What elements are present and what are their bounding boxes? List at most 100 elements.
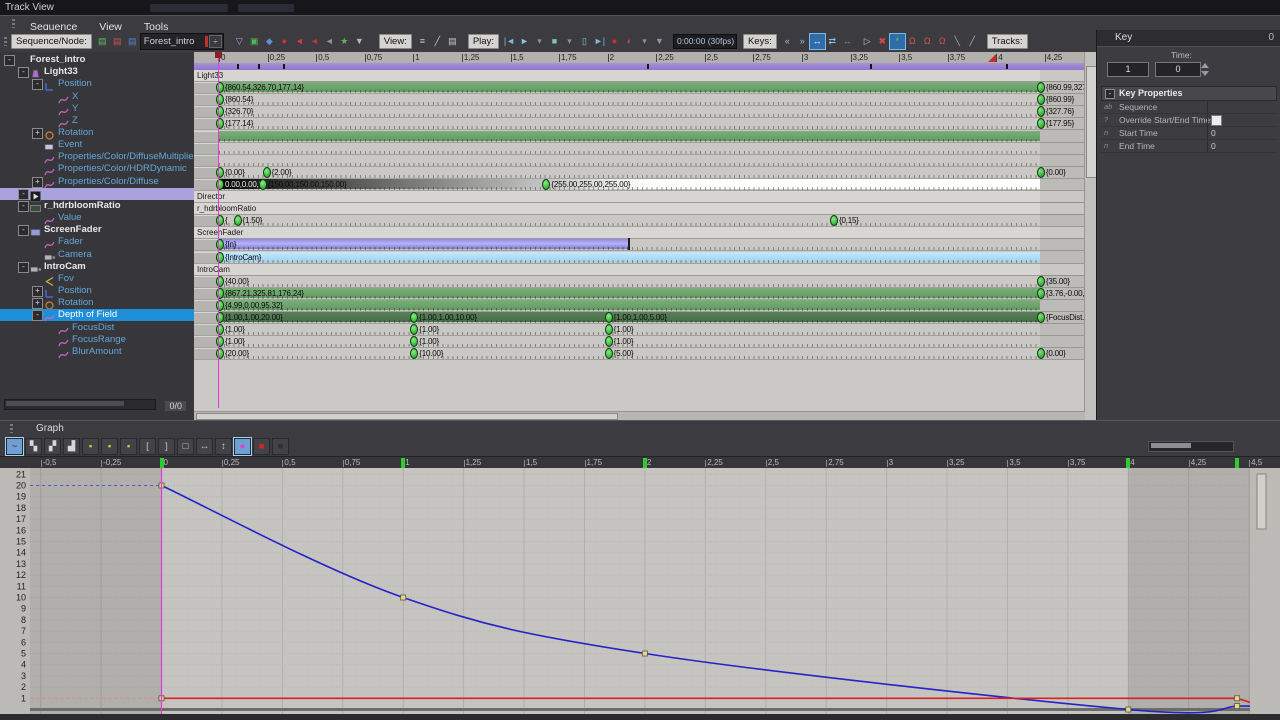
collapse-icon[interactable]: - bbox=[4, 55, 15, 66]
property-row-override-start-end-times[interactable]: ?Override Start/End Times bbox=[1101, 114, 1277, 127]
tree-item-value[interactable]: Value bbox=[0, 212, 194, 224]
go-to-end-button[interactable]: ►| bbox=[592, 34, 607, 49]
tree-item-position[interactable]: +Position bbox=[0, 285, 194, 297]
tree-item-light33[interactable]: -Light33 bbox=[0, 66, 194, 78]
snap-frame-button[interactable]: Ω bbox=[905, 34, 920, 49]
pointer-mode-button[interactable]: ▼ bbox=[352, 34, 367, 49]
keyframe-marker[interactable] bbox=[263, 167, 271, 178]
move-keys-button[interactable]: ↔ bbox=[810, 34, 825, 49]
track-group-header-light33[interactable]: Light33 bbox=[194, 70, 1085, 82]
add-track-button[interactable]: ▣ bbox=[247, 34, 262, 49]
track-row-position-z[interactable]: {177.14}{177.95} bbox=[194, 118, 1085, 130]
view-tracks-button[interactable]: ≡ bbox=[415, 34, 430, 49]
keyframe-marker[interactable] bbox=[234, 215, 242, 226]
track-color-stub[interactable] bbox=[194, 131, 219, 142]
magnet-snap-button[interactable]: * bbox=[890, 34, 905, 49]
track-row-fov[interactable]: {40.00}{35.00} bbox=[194, 276, 1085, 288]
view-curves-button[interactable]: ╱ bbox=[430, 34, 445, 49]
fit-horizontal-button[interactable]: ↔ bbox=[196, 438, 213, 455]
tangent-out-button[interactable]: ▟ bbox=[63, 438, 80, 455]
tree-item-fader[interactable]: Fader bbox=[0, 236, 194, 248]
collapse-icon[interactable]: - bbox=[1105, 89, 1115, 99]
ease-out-button[interactable]: ╱ bbox=[965, 34, 980, 49]
track-row-cam-position[interactable]: {867.21,325.81,176.24}{3.76,-0.00,8 bbox=[194, 288, 1085, 300]
view-both-button[interactable]: ▤ bbox=[445, 34, 460, 49]
keyframe-marker[interactable] bbox=[605, 312, 613, 323]
new-sequence-button[interactable]: ▤ bbox=[95, 34, 110, 49]
play-options-dropdown[interactable]: ▾ bbox=[532, 34, 547, 49]
property-value[interactable]: 0 bbox=[1211, 128, 1216, 138]
record-button[interactable]: ● bbox=[607, 34, 622, 49]
graph-zoom-slider[interactable] bbox=[1148, 441, 1234, 452]
flatten-tangents-button[interactable]: ▪ bbox=[120, 438, 137, 455]
key-frame-field[interactable]: 1 bbox=[1107, 62, 1149, 77]
duplicate-sequence-button[interactable]: ▤ bbox=[125, 34, 140, 49]
key-time-field[interactable]: 0 bbox=[1155, 62, 1201, 77]
play-button[interactable]: ► bbox=[517, 34, 532, 49]
timeline-vertical-scrollbar[interactable] bbox=[1084, 52, 1096, 420]
track-row-diffuse-multiplier[interactable]: {0.00}{2.00}{0.00} bbox=[194, 167, 1085, 179]
track-row-hdr-dynamic[interactable] bbox=[194, 155, 1085, 167]
track-row-position-y[interactable]: {326.70}{327.76} bbox=[194, 106, 1085, 118]
tree-item-properties-color-diffusemultiplier[interactable]: Properties/Color/DiffuseMultiplier bbox=[0, 151, 194, 163]
tree-item-position[interactable]: -Position bbox=[0, 78, 194, 90]
keyframe-time-marker[interactable] bbox=[160, 458, 164, 468]
record-button[interactable]: ● bbox=[277, 34, 292, 49]
track-row-focusdist[interactable]: {1.00}{1.00}{1.00} bbox=[194, 324, 1085, 336]
keyframe-marker[interactable] bbox=[605, 324, 613, 335]
prev-key-button[interactable]: « bbox=[780, 34, 795, 49]
track-row-position-x[interactable]: {860.54}{860.99} bbox=[194, 94, 1085, 106]
tree-item-rotation[interactable]: +Rotation bbox=[0, 297, 194, 309]
tree-item-properties-color-diffuse[interactable]: +Properties/Color/Diffuse bbox=[0, 176, 194, 188]
scrollbar-thumb[interactable] bbox=[196, 413, 618, 420]
director-cut-marker[interactable] bbox=[870, 64, 872, 69]
title-bar[interactable]: Track View bbox=[0, 0, 1280, 15]
unified-key-color-button[interactable]: ● bbox=[234, 438, 251, 455]
collapse-icon[interactable]: - bbox=[32, 79, 43, 90]
tree-item-director[interactable]: - bbox=[0, 188, 194, 200]
tree-item-forest-intro[interactable]: -Forest_intro bbox=[0, 54, 194, 66]
expand-icon[interactable]: + bbox=[32, 128, 43, 139]
tangent-step-button[interactable]: ▞ bbox=[44, 438, 61, 455]
sound-1-button[interactable]: ◄ bbox=[292, 34, 307, 49]
select-mode-button[interactable]: ▷ bbox=[860, 34, 875, 49]
sound-mute-button[interactable]: ◄ bbox=[322, 34, 337, 49]
delete-sequence-button[interactable]: ▤ bbox=[110, 34, 125, 49]
track-row-fader[interactable]: {In} bbox=[194, 239, 1085, 251]
track-color-stub[interactable] bbox=[194, 155, 219, 166]
snap-second-button[interactable]: Ω bbox=[935, 34, 950, 49]
sequence-name-field[interactable]: Forest_intro ÷ bbox=[140, 33, 224, 50]
tangent-in-button[interactable]: ▚ bbox=[25, 438, 42, 455]
loop-button[interactable]: ▼ bbox=[652, 34, 667, 49]
tree-item-focusdist[interactable]: FocusDist bbox=[0, 322, 194, 334]
keyframe-time-marker[interactable] bbox=[643, 458, 647, 468]
record-options-dropdown[interactable]: ▾ bbox=[637, 34, 652, 49]
next-key-button[interactable]: » bbox=[795, 34, 810, 49]
lock-keys-button[interactable]: ■ bbox=[272, 438, 289, 455]
property-row-sequence[interactable]: abSequence bbox=[1101, 101, 1277, 114]
property-row-end-time[interactable]: nEnd Time0 bbox=[1101, 140, 1277, 153]
collapse-icon[interactable]: - bbox=[18, 201, 29, 212]
tree-item-event[interactable]: Event bbox=[0, 139, 194, 151]
track-row-event[interactable] bbox=[194, 143, 1085, 155]
curves-mode-button[interactable]: ~ bbox=[6, 438, 23, 455]
director-cut-marker[interactable] bbox=[237, 64, 239, 69]
graph-plot-area[interactable]: 212019181716151413121110987654321 bbox=[0, 468, 1280, 714]
fit-vertical-button[interactable]: ↕ bbox=[215, 438, 232, 455]
stop-options-dropdown[interactable]: ▾ bbox=[562, 34, 577, 49]
tree-item-introcam[interactable]: -IntroCam bbox=[0, 261, 194, 273]
property-row-start-time[interactable]: nStart Time0 bbox=[1101, 127, 1277, 140]
tree-item-screenfader[interactable]: -ScreenFader bbox=[0, 224, 194, 236]
keyframe-marker[interactable] bbox=[605, 348, 613, 359]
tree-item-properties-color-hdrdynamic[interactable]: Properties/Color/HDRDynamic bbox=[0, 163, 194, 175]
tree-item-focusrange[interactable]: FocusRange bbox=[0, 334, 194, 346]
tree-item-x[interactable]: X bbox=[0, 91, 194, 103]
keyframe-marker[interactable] bbox=[605, 336, 613, 347]
tree-item-rotation[interactable]: +Rotation bbox=[0, 127, 194, 139]
break-tangents-button[interactable]: ▪ bbox=[101, 438, 118, 455]
link-nodes-button[interactable]: ★ bbox=[337, 34, 352, 49]
track-row-position[interactable]: {860.54,326.70,177.14}{860.99,327.7 bbox=[194, 82, 1085, 94]
sequence-dropdown-button[interactable]: ÷ bbox=[209, 35, 222, 48]
scrollbar-thumb[interactable] bbox=[1086, 66, 1096, 178]
track-color-stub[interactable] bbox=[194, 143, 219, 154]
